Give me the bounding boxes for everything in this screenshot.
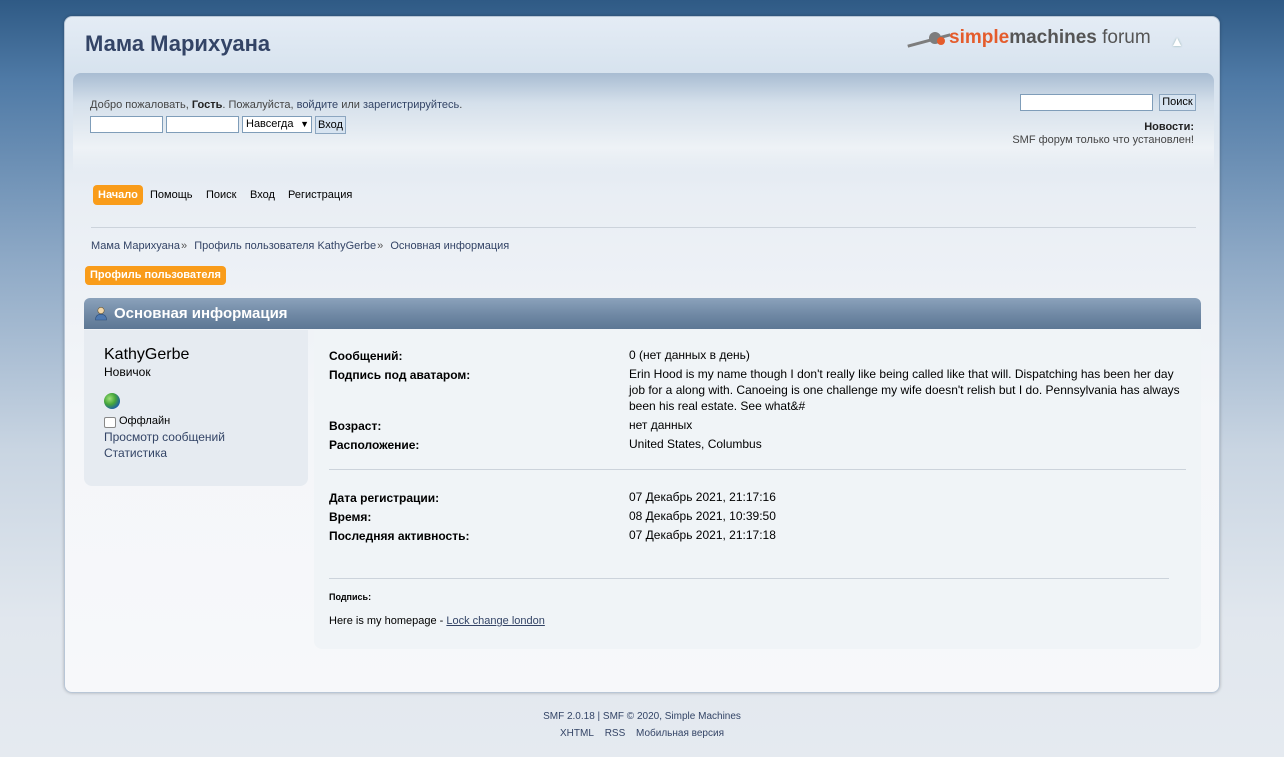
footer-smf-copyright-link[interactable]: SMF © 2020 [603, 711, 659, 722]
password-input[interactable] [166, 116, 239, 133]
search-input[interactable] [1020, 94, 1153, 111]
username-input[interactable] [90, 116, 163, 133]
signature-text: Here is my homepage - Lock change london [329, 615, 545, 627]
chevron-down-icon: ▼ [300, 119, 309, 129]
registered-value: 07 Декабрь 2021, 21:17:16 [629, 490, 776, 504]
menu-divider [91, 227, 1196, 228]
local-time-value: 08 Декабрь 2021, 10:39:50 [629, 509, 776, 523]
signature-link[interactable]: Lock change london [446, 615, 544, 627]
registered-label: Дата регистрации: [329, 491, 440, 505]
register-link[interactable]: зарегистрируйтесь [363, 99, 459, 111]
last-active-label: Последняя активность: [329, 529, 470, 543]
logo-gear-accent-shape [937, 37, 945, 45]
signature-value: Erin Hood is my name though I don't real… [629, 367, 1180, 413]
profile-tab[interactable]: Профиль пользователя [85, 266, 226, 285]
smf-logo[interactable]: simplemachines forum [907, 25, 1151, 53]
profile-details-panel: Сообщений: 0 (нет данных в день) Подпись… [314, 330, 1201, 649]
logo-text: simplemachines forum [949, 27, 1151, 48]
footer-simple-machines-link[interactable]: Simple Machines [665, 711, 741, 722]
section-header: Основная информация [84, 298, 1201, 329]
age-label: Возраст: [329, 419, 382, 433]
signature-label: Подпись под аватаром: [329, 368, 471, 382]
forum-title[interactable]: Мама Марихуана [85, 31, 270, 57]
offline-status-icon [104, 417, 116, 428]
statistics-link[interactable]: Статистика [104, 446, 167, 460]
location-value: United States, Columbus [629, 437, 762, 451]
menu-item-login[interactable]: Вход [250, 185, 275, 205]
breadcrumb: Мама Марихуана» Профиль пользователя Kat… [91, 240, 510, 252]
posts-label: Сообщений: [329, 349, 403, 363]
footer-xhtml-link[interactable]: XHTML [560, 728, 594, 739]
user-summary-panel: KathyGerbe Новичок Оффлайн Просмотр сооб… [84, 330, 308, 486]
details-divider [329, 469, 1186, 470]
guest-name: Гость [191, 99, 223, 111]
last-active-value: 07 Декабрь 2021, 21:17:18 [629, 528, 776, 542]
footer-links: XHTML RSS Мобильная версия [0, 728, 1284, 739]
age-value: нет данных [629, 418, 693, 432]
section-title: Основная информация [114, 305, 288, 322]
user-profile-icon [95, 306, 107, 321]
menu-item-help[interactable]: Помощь [150, 185, 193, 205]
search-button[interactable]: Поиск [1159, 94, 1196, 111]
footer-rss-link[interactable]: RSS [605, 728, 626, 739]
breadcrumb-item-summary[interactable]: Основная информация [390, 240, 509, 252]
posts-value: 0 (нет данных в день) [629, 348, 750, 362]
location-label: Расположение: [329, 438, 420, 452]
signature-heading: Подпись: [329, 592, 372, 602]
forum-wrapper: Мама Марихуана simplemachines forum ▲ До… [64, 16, 1220, 693]
signature-divider [329, 578, 1169, 579]
collapse-header-icon[interactable]: ▲ [1169, 33, 1185, 49]
login-link[interactable]: войдите [297, 99, 339, 111]
breadcrumb-item-forum[interactable]: Мама Марихуана [91, 240, 180, 252]
breadcrumb-item-profile[interactable]: Профиль пользователя KathyGerbe [194, 240, 376, 252]
profile-username: KathyGerbe [104, 346, 190, 363]
login-duration-select[interactable]: Навсегда ▼ [242, 116, 312, 133]
news-text: SMF форум только что установлен! [1012, 134, 1194, 146]
news-title: Новости: [1144, 121, 1194, 133]
login-button[interactable]: Вход [315, 116, 346, 134]
footer-copyright: SMF 2.0.18 | SMF © 2020, Simple Machines [543, 711, 741, 722]
menu-item-home[interactable]: Начало [93, 185, 143, 205]
profile-rank: Новичок [104, 365, 151, 379]
globe-icon[interactable] [104, 393, 120, 409]
footer-smf-version-link[interactable]: SMF 2.0.18 [543, 711, 595, 722]
offline-status-label: Оффлайн [119, 415, 171, 427]
menu-item-register[interactable]: Регистрация [288, 185, 352, 205]
welcome-text: Добро пожаловать, Гость. Пожалуйста, вой… [90, 99, 463, 111]
local-time-label: Время: [329, 510, 372, 524]
view-posts-link[interactable]: Просмотр сообщений [104, 430, 225, 444]
menu-item-search[interactable]: Поиск [206, 185, 236, 205]
footer-mobile-link[interactable]: Мобильная версия [636, 728, 724, 739]
